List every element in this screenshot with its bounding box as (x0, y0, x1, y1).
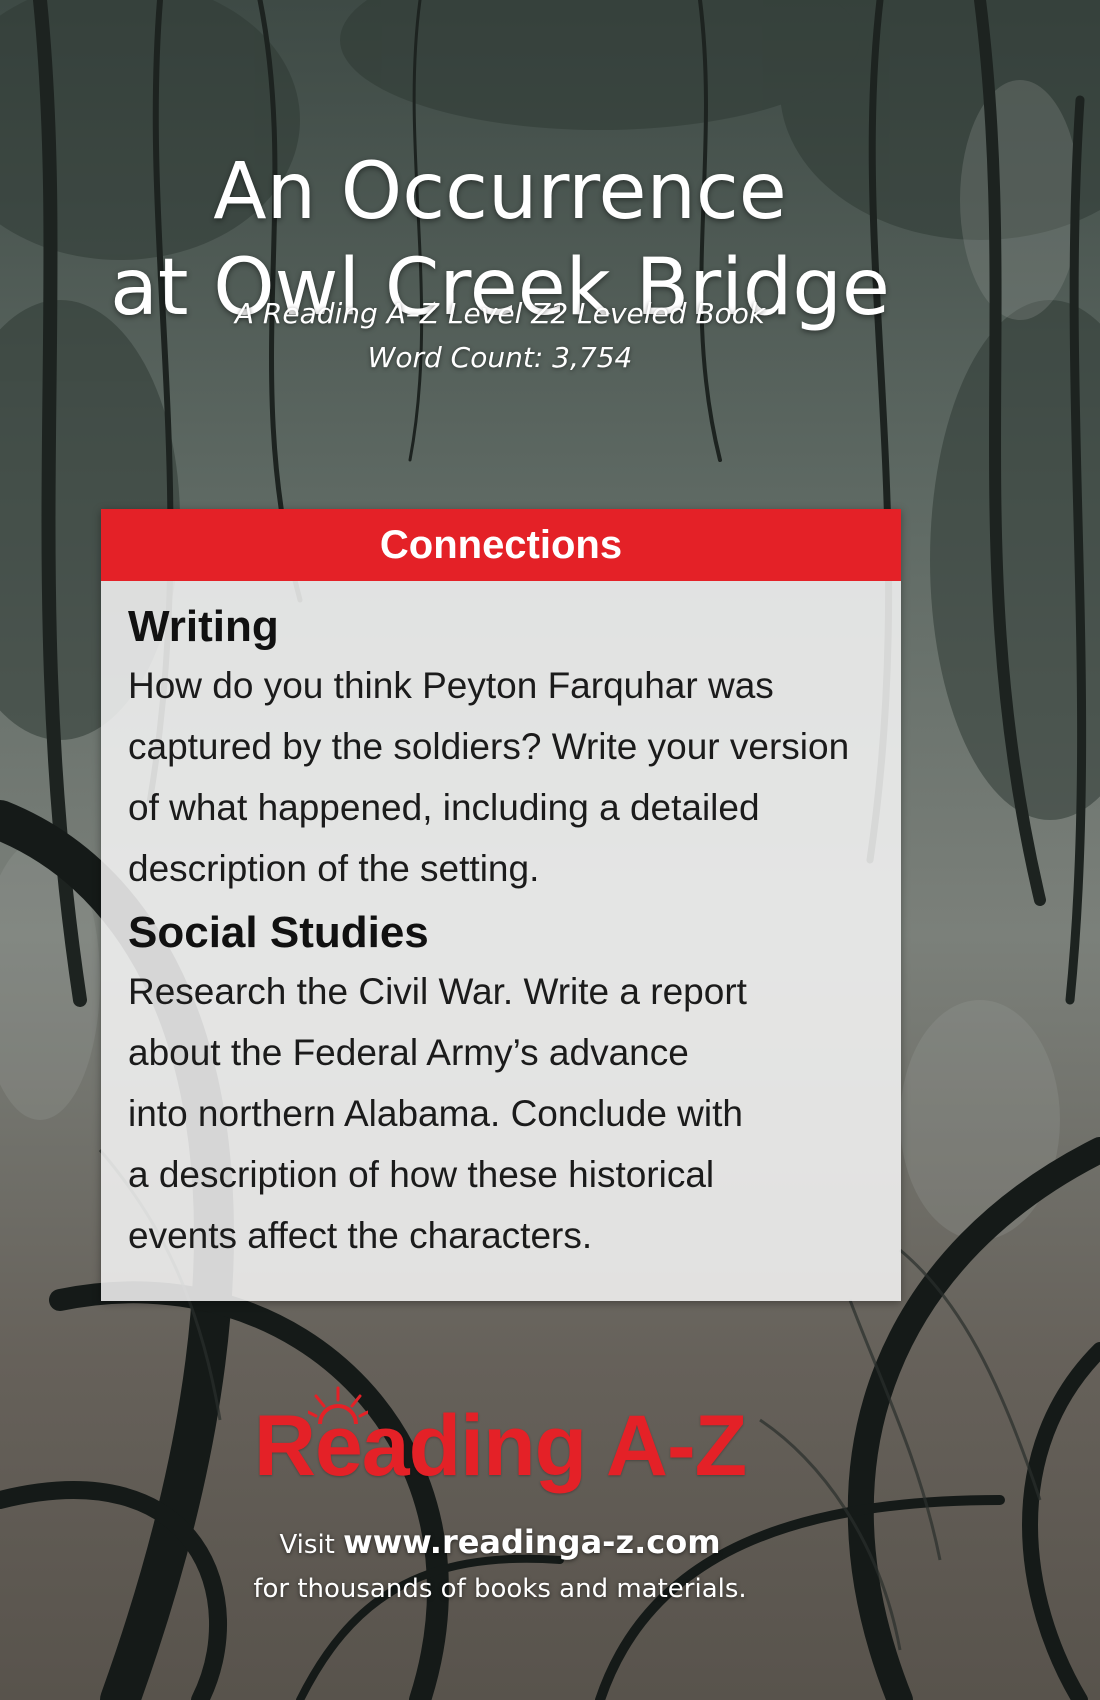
connections-body: Writing How do you think Peyton Farquhar… (101, 581, 901, 1266)
tagline: for thousands of books and materials. (253, 1574, 747, 1604)
level-label: A Reading A–Z Level Z2 Leveled Book (234, 297, 766, 330)
word-count: Word Count: 3,754 (367, 341, 633, 374)
website-link[interactable]: www.readinga-z.com (343, 1523, 720, 1561)
title-line-1: An Occurrence (213, 147, 787, 238)
social-studies-line: events affect the characters. (128, 1215, 593, 1256)
book-back-cover: An Occurrence at Owl Creek Bridge A Read… (0, 0, 1100, 1700)
social-studies-line: Research the Civil War. Write a report (128, 971, 747, 1012)
social-studies-text: Research the Civil War. Write a report a… (128, 961, 874, 1266)
social-studies-line: into northern Alabama. Conclude with (128, 1093, 743, 1134)
visit-prefix: Visit (279, 1530, 344, 1560)
social-studies-heading: Social Studies (128, 908, 429, 957)
sun-icon (307, 1386, 368, 1425)
writing-heading: Writing (128, 602, 279, 651)
visit-line: Visit www.readinga-z.com (0, 1520, 1000, 1567)
brand-area: Reading A-Z (0, 1386, 1000, 1496)
writing-line: How do you think Peyton Farquhar was (128, 665, 774, 706)
writing-line: of what happened, including a detailed (128, 787, 760, 828)
book-subtitle: A Reading A–Z Level Z2 Leveled Book Word… (0, 292, 1000, 380)
writing-line: description of the setting. (128, 848, 540, 889)
writing-line: captured by the soldiers? Write your ver… (128, 726, 850, 767)
social-studies-line: a description of how these historical (128, 1154, 715, 1195)
connections-header: Connections (101, 509, 901, 581)
social-studies-line: about the Federal Army’s advance (128, 1032, 689, 1073)
reading-az-logo: Reading A-Z (254, 1386, 747, 1496)
connections-panel: Connections Writing How do you think Pey… (101, 509, 901, 1301)
visit-text: Visit www.readinga-z.com for thousands o… (0, 1520, 1000, 1611)
writing-text: How do you think Peyton Farquhar was cap… (128, 655, 874, 899)
